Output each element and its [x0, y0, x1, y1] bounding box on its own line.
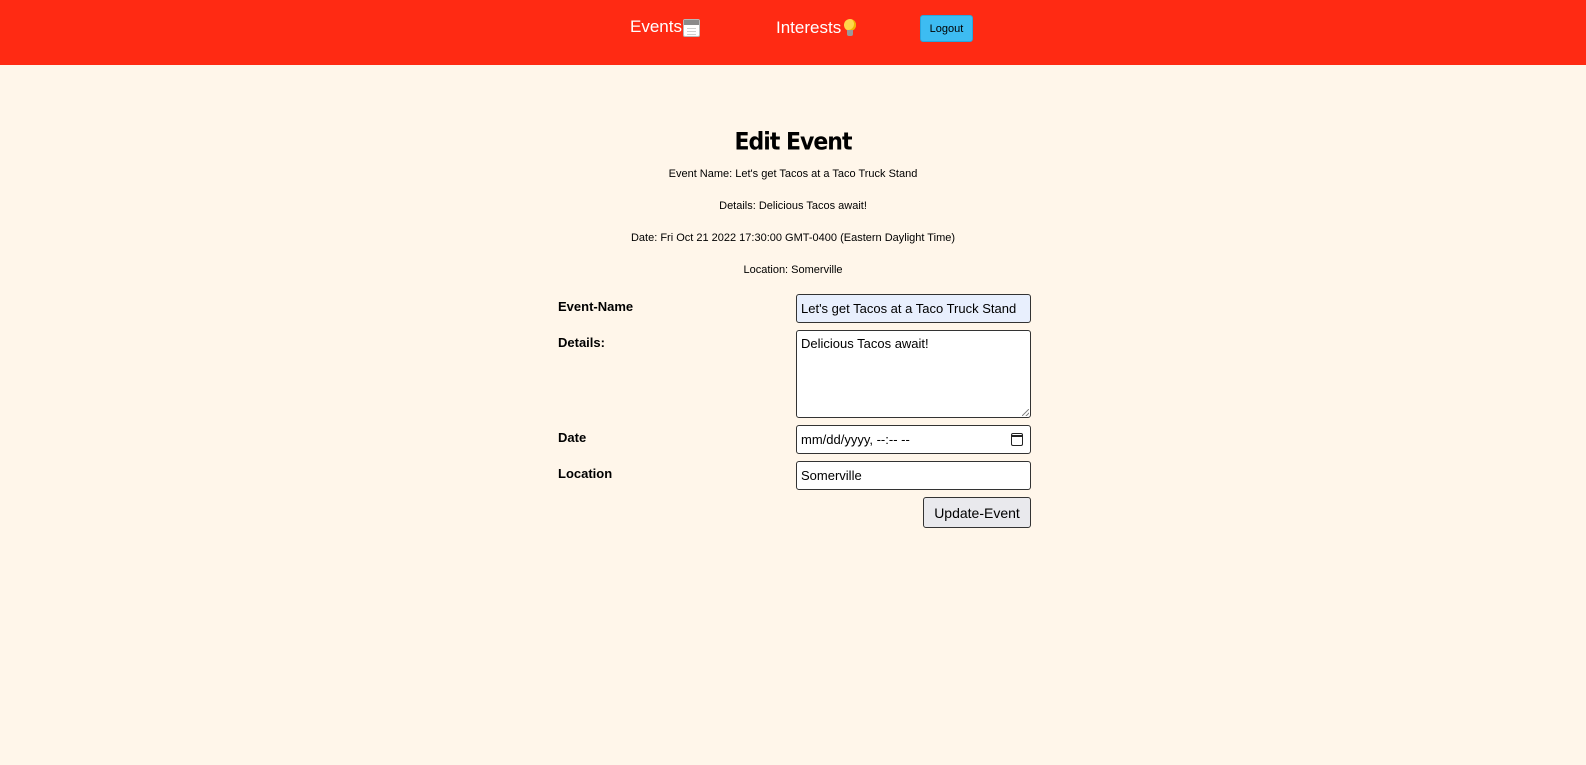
event-name-input[interactable]	[796, 294, 1031, 323]
details-textarea[interactable]: Delicious Tacos await!	[796, 330, 1031, 418]
page-title: Edit Event	[734, 128, 853, 157]
location-input[interactable]	[796, 461, 1031, 490]
location-label: Location	[558, 466, 613, 481]
nav-link-interests[interactable]: Interests	[776, 17, 857, 38]
top-nav-bar: Events Interests Logout	[0, 0, 1586, 65]
details-label: Details:	[558, 335, 605, 350]
calendar-icon	[682, 19, 700, 37]
summary-details: Details: Delicious Tacos await!	[719, 200, 867, 212]
date-label: Date	[558, 430, 587, 445]
event-name-label: Event-Name	[558, 299, 634, 314]
textarea-resize-handle[interactable]	[1022, 409, 1029, 416]
update-event-button[interactable]: Update-Event	[923, 497, 1031, 528]
summary-location: Location: Somerville	[743, 264, 843, 276]
summary-event-name: Event Name: Let's get Tacos at a Taco Tr…	[668, 168, 918, 180]
logout-button[interactable]: Logout	[920, 15, 973, 42]
nav-link-events[interactable]: Events	[630, 17, 700, 37]
light-bulb-icon	[843, 19, 857, 38]
nav-events-label: Events	[630, 17, 682, 36]
summary-date: Date: Fri Oct 21 2022 17:30:00 GMT-0400 …	[630, 232, 956, 244]
date-input[interactable]: mm/dd/yyyy, --:-- --	[796, 425, 1031, 454]
date-picker-calendar-icon[interactable]	[1011, 433, 1023, 446]
nav-interests-label: Interests	[776, 17, 842, 37]
date-placeholder: mm/dd/yyyy, --:-- --	[801, 432, 910, 447]
